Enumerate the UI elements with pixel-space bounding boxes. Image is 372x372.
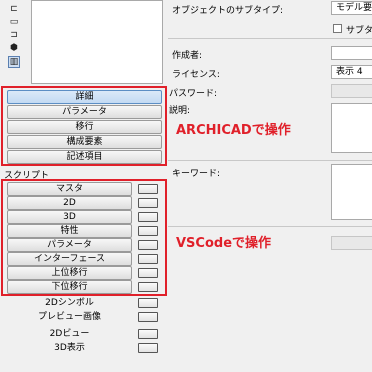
separator: [168, 38, 372, 39]
script-interface-button[interactable]: インターフェース: [7, 252, 132, 266]
subtype-select[interactable]: モデル要: [331, 1, 372, 15]
separator: [168, 160, 372, 161]
script-interface-window-icon[interactable]: [138, 254, 158, 264]
components-button[interactable]: 構成要素: [7, 135, 162, 149]
script-backward-migration-window-icon[interactable]: [138, 282, 158, 292]
description-label: 説明:: [169, 106, 191, 116]
3d-view-button[interactable]: 3D表示: [7, 341, 132, 355]
password-label: パスワード:: [169, 89, 218, 99]
subtype-label: オブジェクトのサブタイプ:: [172, 6, 284, 16]
script-master-button[interactable]: マスタ: [7, 182, 132, 196]
2d-view-window-icon[interactable]: [138, 329, 158, 339]
disabled-button[interactable]: [331, 236, 372, 250]
script-3d-window-icon[interactable]: [138, 212, 158, 222]
keyword-field[interactable]: [331, 164, 372, 220]
subtype-checkbox[interactable]: [333, 24, 342, 33]
license-label: ライセンス:: [172, 70, 220, 80]
author-field[interactable]: [331, 46, 372, 60]
script-parameters-window-icon[interactable]: [138, 240, 158, 250]
preview-image-button[interactable]: プレビュー画像: [7, 310, 132, 324]
password-field[interactable]: [331, 84, 372, 98]
2d-symbol-button[interactable]: 2Dシンボル: [7, 296, 132, 310]
script-forward-migration-button[interactable]: 上位移行: [7, 266, 132, 280]
descriptors-button[interactable]: 記述項目: [7, 150, 162, 164]
script-parameters-button[interactable]: パラメータ: [7, 238, 132, 252]
object-preview: [31, 0, 163, 84]
script-properties-window-icon[interactable]: [138, 226, 158, 236]
cube-icon[interactable]: ⬢: [8, 43, 20, 53]
details-button[interactable]: 詳細: [7, 90, 162, 104]
2d-view-button[interactable]: 2Dビュー: [7, 327, 132, 341]
author-label: 作成者:: [172, 51, 203, 61]
separator: [168, 226, 372, 227]
vscode-annotation: VSCodeで操作: [176, 236, 272, 251]
script-master-window-icon[interactable]: [138, 184, 158, 194]
expand-icon[interactable]: ⊏: [8, 4, 20, 14]
description-field[interactable]: [331, 103, 372, 153]
3d-view-window-icon[interactable]: [138, 343, 158, 353]
archicad-annotation: ARCHICADで操作: [176, 123, 291, 138]
script-forward-migration-window-icon[interactable]: [138, 268, 158, 278]
window-icon[interactable]: ▭: [8, 17, 20, 27]
script-backward-migration-button[interactable]: 下位移行: [7, 280, 132, 294]
keyword-label: キーワード:: [172, 169, 221, 179]
preview-image-window-icon[interactable]: [138, 312, 158, 322]
migration-button[interactable]: 移行: [7, 120, 162, 134]
script-properties-button[interactable]: 特性: [7, 224, 132, 238]
license-select[interactable]: 表示 4: [331, 65, 372, 79]
subtype-checkbox-label: サブタ: [346, 26, 372, 36]
parameters-button[interactable]: パラメータ: [7, 105, 162, 119]
script-2d-window-icon[interactable]: [138, 198, 158, 208]
2d-symbol-window-icon[interactable]: [138, 298, 158, 308]
gallery-icon[interactable]: ▥: [8, 56, 20, 68]
script-3d-button[interactable]: 3D: [7, 210, 132, 224]
shrink-icon[interactable]: ⊐: [8, 30, 20, 40]
script-2d-button[interactable]: 2D: [7, 196, 132, 210]
